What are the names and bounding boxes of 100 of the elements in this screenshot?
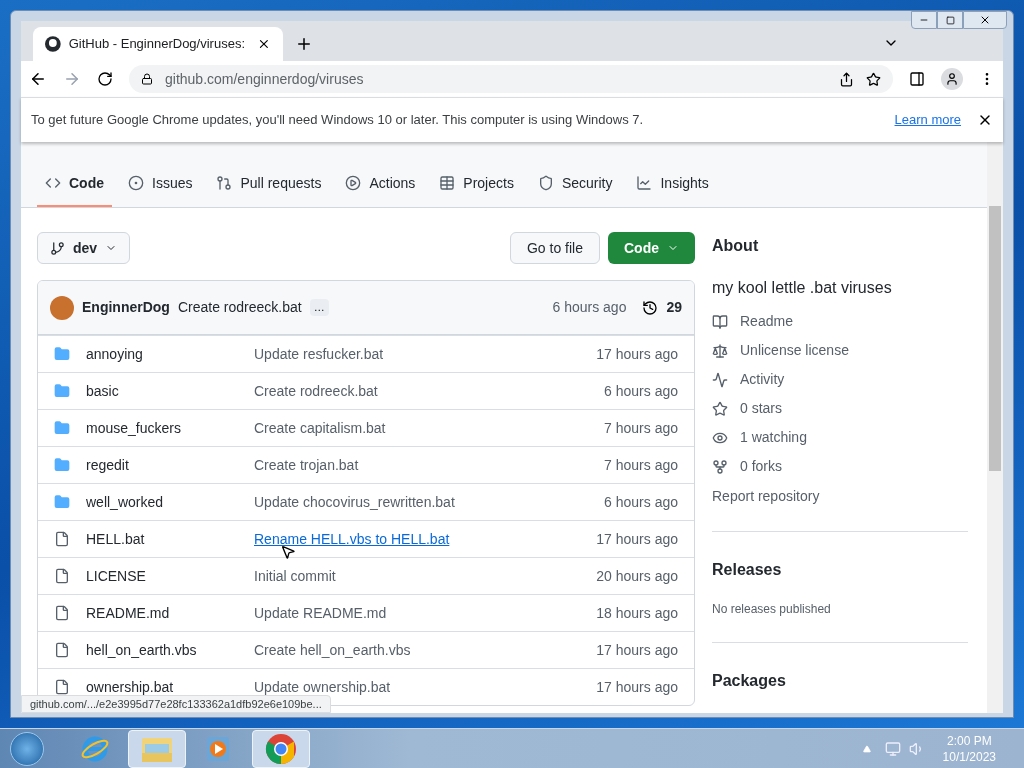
scale-icon: [712, 342, 728, 359]
file-name[interactable]: basic: [86, 380, 254, 402]
close-icon[interactable]: [257, 37, 271, 51]
file-name[interactable]: HELL.bat: [86, 528, 254, 550]
file-time: 17 hours ago: [596, 640, 678, 660]
share-icon[interactable]: [839, 71, 854, 87]
taskbar-app[interactable]: [252, 729, 310, 768]
table-icon: [439, 175, 456, 191]
scrollbar-thumb[interactable]: [989, 206, 1001, 471]
scrollbar[interactable]: [987, 142, 1003, 713]
branch-button[interactable]: dev: [37, 232, 131, 264]
folder-icon: [54, 457, 70, 473]
start-orb[interactable]: [10, 731, 44, 766]
branch-icon: [50, 240, 65, 256]
about-heading: About: [712, 236, 760, 256]
folder-icon: [54, 346, 70, 362]
profile-avatar[interactable]: [941, 68, 963, 90]
repo-tab[interactable]: Code: [37, 161, 112, 207]
avatar: [50, 295, 74, 320]
file-name[interactable]: ownership.bat: [86, 676, 254, 698]
commit-time: 6 hours ago: [552, 298, 627, 317]
file-icon: [54, 605, 70, 621]
star-icon: [712, 400, 728, 417]
repo-tab[interactable]: Actions: [337, 161, 424, 207]
file-name[interactable]: LICENSE: [86, 565, 254, 587]
about-link[interactable]: Activity: [740, 369, 785, 390]
pull-request-icon: [216, 175, 233, 191]
file-name[interactable]: README.md: [86, 602, 254, 624]
repo-tab[interactable]: Projects: [431, 161, 522, 207]
file-time: 20 hours ago: [596, 566, 678, 586]
about-link[interactable]: 0 forks: [740, 456, 782, 477]
cursor-icon: [280, 543, 296, 560]
learn-more-link[interactable]: Learn more: [894, 110, 961, 130]
chart-icon: [636, 175, 653, 191]
address-bar[interactable]: github.com/enginnerdog/viruses: [129, 65, 893, 93]
tray-expand-icon[interactable]: [862, 744, 871, 753]
go-to-file-button[interactable]: Go to file: [509, 232, 600, 264]
reload-icon[interactable]: [97, 71, 113, 87]
repo-tab[interactable]: Pull requests: [208, 161, 330, 207]
commit-author[interactable]: EnginnerDog: [82, 297, 170, 318]
back-icon[interactable]: [29, 70, 47, 88]
commit-link[interactable]: Update chocovirus_rewritten.bat: [254, 491, 605, 513]
commit-link[interactable]: Create hell_on_earth.vbs: [254, 639, 597, 661]
media-player-icon: [206, 734, 232, 763]
file-time: 17 hours ago: [596, 529, 678, 549]
bookmark-star-icon[interactable]: [866, 71, 881, 87]
file-time: 17 hours ago: [596, 344, 678, 364]
about-link[interactable]: 1 watching: [740, 427, 807, 448]
lock-icon: [141, 73, 153, 85]
side-panel-icon[interactable]: [909, 71, 925, 87]
file-time: 17 hours ago: [596, 677, 678, 697]
pulse-icon: [712, 371, 728, 388]
commit-link[interactable]: Rename HELL.vbs to HELL.bat: [254, 528, 597, 550]
about-link[interactable]: 0 stars: [740, 398, 782, 419]
ellipsis-toggle[interactable]: …: [309, 299, 329, 316]
about-link[interactable]: Unlicense license: [740, 340, 849, 361]
commit-message[interactable]: Create rodreeck.bat: [177, 297, 302, 318]
browser-tab[interactable]: GitHub - EnginnerDog/viruses:: [33, 27, 283, 61]
commit-link[interactable]: Update resfucker.bat: [254, 343, 597, 365]
code-icon: [45, 175, 61, 191]
commit-link[interactable]: Update README.md: [254, 602, 597, 624]
maximize-button[interactable]: [937, 11, 963, 29]
maximize-icon: [945, 15, 955, 25]
file-time: 7 hours ago: [604, 418, 678, 438]
folder-icon: [54, 383, 70, 399]
file-name[interactable]: annoying: [86, 343, 254, 365]
forward-icon[interactable]: [63, 70, 81, 88]
code-button[interactable]: Code: [608, 232, 695, 264]
file-icon: [54, 642, 70, 658]
commit-link[interactable]: Update ownership.bat: [254, 676, 597, 698]
no-releases-note: No releases published: [712, 601, 832, 618]
file-name[interactable]: well_worked: [86, 491, 254, 513]
commit-link[interactable]: Create capitalism.bat: [254, 417, 605, 439]
chrome-icon: [265, 732, 297, 765]
repo-tab[interactable]: Insights: [628, 161, 717, 207]
file-name[interactable]: regedit: [86, 454, 254, 476]
file-time: 6 hours ago: [604, 492, 678, 512]
close-icon: [979, 14, 991, 26]
taskbar-app[interactable]: [128, 729, 186, 768]
new-tab-icon[interactable]: [295, 35, 313, 53]
minimize-button[interactable]: [911, 11, 937, 29]
commit-link[interactable]: Create rodreeck.bat: [254, 380, 605, 402]
history-icon[interactable]: [642, 299, 659, 316]
repo-tab[interactable]: Security: [529, 161, 621, 207]
commit-link[interactable]: Initial commit: [254, 565, 597, 587]
close-button[interactable]: [963, 11, 1007, 29]
infobar-message: To get future Google Chrome updates, you'll need Windows 10 or later. This computer is using Windows 7.: [31, 111, 645, 130]
file-icon: [54, 679, 70, 695]
tab-title: GitHub - EnginnerDog/viruses:: [68, 35, 246, 54]
report-link[interactable]: Report repository: [712, 486, 968, 507]
commit-count[interactable]: 29: [666, 297, 682, 318]
about-link[interactable]: Readme: [740, 311, 793, 332]
file-name[interactable]: hell_on_earth.vbs: [86, 639, 254, 661]
repo-tab[interactable]: Issues: [120, 161, 201, 207]
file-icon: [54, 531, 70, 547]
shield-icon: [537, 175, 554, 191]
fork-icon: [712, 458, 728, 475]
packages-heading: Packages: [712, 671, 787, 691]
commit-link[interactable]: Create trojan.bat: [254, 454, 605, 476]
file-name[interactable]: mouse_fuckers: [86, 417, 254, 439]
